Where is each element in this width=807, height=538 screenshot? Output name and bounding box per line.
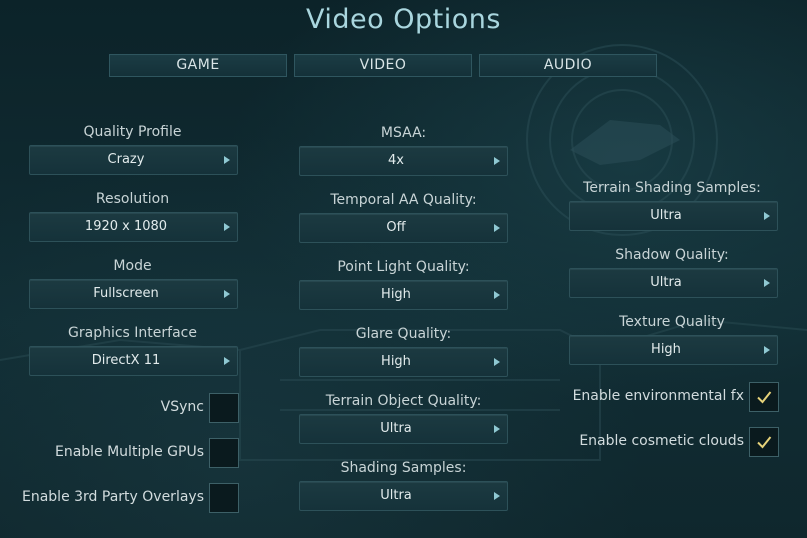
resolution-dropdown[interactable]: 1920 x 1080 (29, 212, 238, 242)
terrain-object-label: Terrain Object Quality: (325, 393, 482, 409)
arrow-right-icon (494, 358, 500, 366)
quality-profile-label: Quality Profile (83, 124, 182, 140)
resolution-value: 1920 x 1080 (84, 219, 168, 234)
shading-samples-dropdown[interactable]: Ultra (299, 481, 508, 511)
terrain-shading-label: Terrain Shading Samples: (583, 180, 761, 196)
msaa-dropdown[interactable]: 4x (299, 146, 508, 176)
vsync-label: VSync (160, 399, 204, 415)
shadow-value: Ultra (650, 275, 682, 290)
multi-gpu-label: Enable Multiple GPUs (54, 444, 204, 460)
glare-value: High (381, 354, 411, 369)
point-light-value: High (381, 287, 411, 302)
arrow-right-icon (764, 212, 770, 220)
arrow-right-icon (494, 291, 500, 299)
arrow-right-icon (764, 346, 770, 354)
shadow-label: Shadow Quality: (615, 247, 729, 263)
env-fx-label: Enable environmental fx (572, 388, 744, 404)
msaa-label: MSAA: (380, 125, 427, 141)
terrain-shading-dropdown[interactable]: Ultra (569, 201, 778, 231)
shading-samples-value: Ultra (380, 488, 412, 503)
arrow-right-icon (494, 492, 500, 500)
texture-dropdown[interactable]: High (569, 335, 778, 365)
arrow-right-icon (764, 279, 770, 287)
env-fx-checkbox[interactable] (749, 382, 779, 412)
page-title: Video Options (306, 4, 501, 35)
arrow-right-icon (494, 157, 500, 165)
arrow-right-icon (224, 223, 230, 231)
terrain-object-dropdown[interactable]: Ultra (299, 414, 508, 444)
mode-dropdown[interactable]: Fullscreen (29, 279, 238, 309)
graphics-interface-label: Graphics Interface (68, 325, 197, 341)
shading-samples-label: Shading Samples: (340, 460, 467, 476)
tab-audio[interactable]: AUDIO (479, 54, 657, 77)
arrow-right-icon (224, 357, 230, 365)
cosmetic-clouds-label: Enable cosmetic clouds (579, 433, 744, 449)
arrow-right-icon (224, 156, 230, 164)
terrain-shading-value: Ultra (650, 208, 682, 223)
point-light-dropdown[interactable]: High (299, 280, 508, 310)
overlays-checkbox[interactable] (209, 483, 239, 513)
point-light-label: Point Light Quality: (337, 259, 470, 275)
glare-dropdown[interactable]: High (299, 347, 508, 377)
overlays-label: Enable 3rd Party Overlays (22, 489, 204, 505)
checkmark-icon (757, 436, 772, 449)
texture-value: High (651, 342, 681, 357)
temporal-aa-value: Off (386, 220, 406, 235)
msaa-value: 4x (388, 153, 404, 168)
glare-label: Glare Quality: (355, 326, 452, 342)
mode-label: Mode (113, 258, 152, 274)
quality-profile-value: Crazy (107, 152, 145, 167)
tab-game[interactable]: GAME (109, 54, 287, 77)
terrain-object-value: Ultra (380, 421, 412, 436)
tab-video[interactable]: VIDEO (294, 54, 472, 77)
temporal-aa-label: Temporal AA Quality: (330, 192, 477, 208)
vsync-checkbox[interactable] (209, 393, 239, 423)
checkmark-icon (757, 391, 772, 404)
mode-value: Fullscreen (93, 286, 159, 301)
shadow-dropdown[interactable]: Ultra (569, 268, 778, 298)
arrow-right-icon (224, 290, 230, 298)
cosmetic-clouds-checkbox[interactable] (749, 427, 779, 457)
arrow-right-icon (494, 425, 500, 433)
quality-profile-dropdown[interactable]: Crazy (29, 145, 238, 175)
resolution-label: Resolution (95, 191, 170, 207)
graphics-interface-value: DirectX 11 (91, 353, 161, 368)
temporal-aa-dropdown[interactable]: Off (299, 213, 508, 243)
graphics-interface-dropdown[interactable]: DirectX 11 (29, 346, 238, 376)
arrow-right-icon (494, 224, 500, 232)
texture-label: Texture Quality (619, 314, 725, 330)
multi-gpu-checkbox[interactable] (209, 438, 239, 468)
